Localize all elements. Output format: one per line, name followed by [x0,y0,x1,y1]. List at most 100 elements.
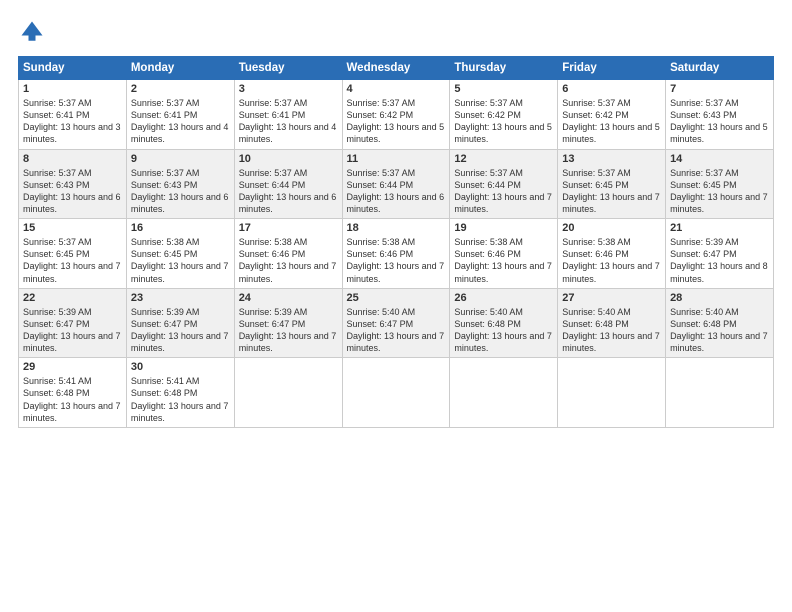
calendar-week-1: 1 Sunrise: 5:37 AM Sunset: 6:41 PM Dayli… [19,80,774,150]
day-detail: Sunrise: 5:38 AM Sunset: 6:46 PM Dayligh… [239,236,338,285]
day-number: 2 [131,83,230,95]
weekday-header-row: SundayMondayTuesdayWednesdayThursdayFrid… [19,57,774,80]
day-detail: Sunrise: 5:37 AM Sunset: 6:42 PM Dayligh… [562,97,661,146]
calendar-cell: 4 Sunrise: 5:37 AM Sunset: 6:42 PM Dayli… [342,80,450,150]
day-number: 17 [239,222,338,234]
day-number: 10 [239,153,338,165]
day-detail: Sunrise: 5:39 AM Sunset: 6:47 PM Dayligh… [239,306,338,355]
weekday-header-monday: Monday [126,57,234,80]
calendar-cell [666,358,774,428]
calendar-cell: 8 Sunrise: 5:37 AM Sunset: 6:43 PM Dayli… [19,149,127,219]
day-detail: Sunrise: 5:40 AM Sunset: 6:48 PM Dayligh… [562,306,661,355]
calendar-cell: 3 Sunrise: 5:37 AM Sunset: 6:41 PM Dayli… [234,80,342,150]
weekday-header-wednesday: Wednesday [342,57,450,80]
calendar-cell [234,358,342,428]
day-number: 8 [23,153,122,165]
calendar-cell: 24 Sunrise: 5:39 AM Sunset: 6:47 PM Dayl… [234,288,342,358]
calendar-cell: 21 Sunrise: 5:39 AM Sunset: 6:47 PM Dayl… [666,219,774,289]
day-detail: Sunrise: 5:37 AM Sunset: 6:41 PM Dayligh… [23,97,122,146]
calendar-cell: 5 Sunrise: 5:37 AM Sunset: 6:42 PM Dayli… [450,80,558,150]
calendar-cell: 12 Sunrise: 5:37 AM Sunset: 6:44 PM Dayl… [450,149,558,219]
calendar-cell: 23 Sunrise: 5:39 AM Sunset: 6:47 PM Dayl… [126,288,234,358]
day-detail: Sunrise: 5:37 AM Sunset: 6:45 PM Dayligh… [670,167,769,216]
calendar-cell [558,358,666,428]
header [18,18,774,46]
day-detail: Sunrise: 5:37 AM Sunset: 6:44 PM Dayligh… [454,167,553,216]
calendar-cell: 13 Sunrise: 5:37 AM Sunset: 6:45 PM Dayl… [558,149,666,219]
calendar-cell: 11 Sunrise: 5:37 AM Sunset: 6:44 PM Dayl… [342,149,450,219]
day-detail: Sunrise: 5:37 AM Sunset: 6:44 PM Dayligh… [239,167,338,216]
day-number: 24 [239,292,338,304]
day-detail: Sunrise: 5:38 AM Sunset: 6:46 PM Dayligh… [454,236,553,285]
calendar-cell: 25 Sunrise: 5:40 AM Sunset: 6:47 PM Dayl… [342,288,450,358]
day-number: 16 [131,222,230,234]
calendar-cell [342,358,450,428]
day-detail: Sunrise: 5:37 AM Sunset: 6:45 PM Dayligh… [562,167,661,216]
calendar-cell: 10 Sunrise: 5:37 AM Sunset: 6:44 PM Dayl… [234,149,342,219]
day-number: 19 [454,222,553,234]
weekday-header-tuesday: Tuesday [234,57,342,80]
day-detail: Sunrise: 5:37 AM Sunset: 6:44 PM Dayligh… [347,167,446,216]
day-number: 5 [454,83,553,95]
day-detail: Sunrise: 5:38 AM Sunset: 6:46 PM Dayligh… [347,236,446,285]
calendar-cell: 30 Sunrise: 5:41 AM Sunset: 6:48 PM Dayl… [126,358,234,428]
day-number: 30 [131,361,230,373]
day-detail: Sunrise: 5:37 AM Sunset: 6:45 PM Dayligh… [23,236,122,285]
calendar-cell: 9 Sunrise: 5:37 AM Sunset: 6:43 PM Dayli… [126,149,234,219]
day-detail: Sunrise: 5:37 AM Sunset: 6:42 PM Dayligh… [454,97,553,146]
calendar-week-5: 29 Sunrise: 5:41 AM Sunset: 6:48 PM Dayl… [19,358,774,428]
day-number: 1 [23,83,122,95]
day-number: 29 [23,361,122,373]
weekday-header-sunday: Sunday [19,57,127,80]
day-detail: Sunrise: 5:37 AM Sunset: 6:43 PM Dayligh… [670,97,769,146]
day-number: 26 [454,292,553,304]
calendar-cell: 22 Sunrise: 5:39 AM Sunset: 6:47 PM Dayl… [19,288,127,358]
calendar-cell: 7 Sunrise: 5:37 AM Sunset: 6:43 PM Dayli… [666,80,774,150]
logo [18,18,50,46]
weekday-header-friday: Friday [558,57,666,80]
day-detail: Sunrise: 5:41 AM Sunset: 6:48 PM Dayligh… [131,375,230,424]
day-number: 18 [347,222,446,234]
calendar-cell: 19 Sunrise: 5:38 AM Sunset: 6:46 PM Dayl… [450,219,558,289]
day-detail: Sunrise: 5:38 AM Sunset: 6:45 PM Dayligh… [131,236,230,285]
calendar-week-4: 22 Sunrise: 5:39 AM Sunset: 6:47 PM Dayl… [19,288,774,358]
day-number: 15 [23,222,122,234]
calendar-week-2: 8 Sunrise: 5:37 AM Sunset: 6:43 PM Dayli… [19,149,774,219]
calendar-week-3: 15 Sunrise: 5:37 AM Sunset: 6:45 PM Dayl… [19,219,774,289]
day-number: 21 [670,222,769,234]
day-detail: Sunrise: 5:40 AM Sunset: 6:47 PM Dayligh… [347,306,446,355]
day-detail: Sunrise: 5:37 AM Sunset: 6:41 PM Dayligh… [131,97,230,146]
day-number: 7 [670,83,769,95]
day-number: 20 [562,222,661,234]
day-detail: Sunrise: 5:37 AM Sunset: 6:42 PM Dayligh… [347,97,446,146]
day-detail: Sunrise: 5:38 AM Sunset: 6:46 PM Dayligh… [562,236,661,285]
day-number: 9 [131,153,230,165]
weekday-header-saturday: Saturday [666,57,774,80]
day-detail: Sunrise: 5:37 AM Sunset: 6:43 PM Dayligh… [131,167,230,216]
day-detail: Sunrise: 5:40 AM Sunset: 6:48 PM Dayligh… [670,306,769,355]
day-detail: Sunrise: 5:41 AM Sunset: 6:48 PM Dayligh… [23,375,122,424]
calendar-cell: 17 Sunrise: 5:38 AM Sunset: 6:46 PM Dayl… [234,219,342,289]
calendar-cell: 14 Sunrise: 5:37 AM Sunset: 6:45 PM Dayl… [666,149,774,219]
calendar-cell: 16 Sunrise: 5:38 AM Sunset: 6:45 PM Dayl… [126,219,234,289]
weekday-header-thursday: Thursday [450,57,558,80]
calendar-cell: 2 Sunrise: 5:37 AM Sunset: 6:41 PM Dayli… [126,80,234,150]
day-number: 28 [670,292,769,304]
day-detail: Sunrise: 5:39 AM Sunset: 6:47 PM Dayligh… [131,306,230,355]
day-detail: Sunrise: 5:40 AM Sunset: 6:48 PM Dayligh… [454,306,553,355]
day-number: 27 [562,292,661,304]
calendar-cell: 26 Sunrise: 5:40 AM Sunset: 6:48 PM Dayl… [450,288,558,358]
calendar-cell: 20 Sunrise: 5:38 AM Sunset: 6:46 PM Dayl… [558,219,666,289]
day-number: 25 [347,292,446,304]
calendar-table: SundayMondayTuesdayWednesdayThursdayFrid… [18,56,774,428]
calendar-cell: 1 Sunrise: 5:37 AM Sunset: 6:41 PM Dayli… [19,80,127,150]
calendar-cell: 27 Sunrise: 5:40 AM Sunset: 6:48 PM Dayl… [558,288,666,358]
day-number: 3 [239,83,338,95]
calendar-cell [450,358,558,428]
day-number: 14 [670,153,769,165]
page: SundayMondayTuesdayWednesdayThursdayFrid… [0,0,792,612]
day-number: 13 [562,153,661,165]
day-number: 11 [347,153,446,165]
calendar-cell: 29 Sunrise: 5:41 AM Sunset: 6:48 PM Dayl… [19,358,127,428]
day-detail: Sunrise: 5:37 AM Sunset: 6:41 PM Dayligh… [239,97,338,146]
